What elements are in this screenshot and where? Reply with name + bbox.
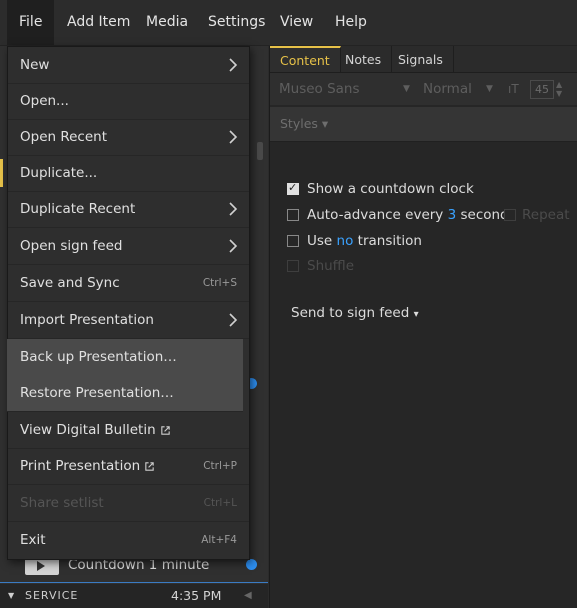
transition-value-link[interactable]: no (337, 233, 354, 249)
auto-advance-checkbox[interactable] (287, 209, 299, 221)
font-weight-select[interactable]: Normal (423, 73, 472, 105)
shuffle-checkbox[interactable] (287, 260, 299, 272)
file-menu-dropdown: New Open... Open Recent Duplicate... Dup… (7, 46, 250, 560)
menu-item-shortcut: Alt+F4 (201, 534, 237, 546)
menu-item-shortcut: Ctrl+P (203, 460, 237, 472)
menu-help[interactable]: Help (323, 0, 379, 45)
caret-down-icon: ▾ (413, 309, 419, 320)
chevron-down-icon: ▼ (486, 84, 493, 94)
transition-label: Use no transition (307, 233, 422, 249)
tab-content[interactable]: Content (270, 46, 341, 72)
caret-down-icon[interactable]: ▼ (8, 584, 14, 608)
menu-file[interactable]: File (7, 0, 55, 45)
shuffle-label: Shuffle (307, 258, 355, 274)
menu-item-open[interactable]: Open... (8, 83, 249, 120)
editor-panel: Content Notes Signals Museo Sans ▼ Norma… (269, 46, 577, 608)
menu-item-label: New (20, 57, 50, 73)
tab-notes[interactable]: Notes (335, 46, 393, 72)
external-link-icon (145, 461, 154, 471)
repeat-checkbox[interactable] (504, 209, 516, 221)
auto-advance-label: Auto-advance every 3 seconds (307, 207, 516, 223)
section-time: 4:35 PM (171, 588, 222, 603)
chevron-down-icon: ▼ (403, 84, 410, 94)
menu-item-label: Duplicate... (20, 165, 98, 181)
menu-item-text: View Digital Bulletin (20, 422, 156, 438)
menu-item-label: View Digital Bulletin (20, 412, 171, 448)
menu-item-label: Share setlist (20, 495, 104, 511)
chevron-right-icon (229, 239, 238, 253)
menu-settings[interactable]: Settings (196, 0, 277, 45)
menu-item-label: Open sign feed (20, 238, 123, 254)
auto-advance-seconds-value[interactable]: 3 (448, 207, 457, 223)
menu-media[interactable]: Media (134, 0, 200, 45)
menu-item-label: Print Presentation (20, 448, 155, 484)
menu-item-new[interactable]: New (8, 47, 249, 84)
menu-item-label: Duplicate Recent (20, 201, 136, 217)
menu-item-label: Restore Presentation… (20, 385, 174, 401)
menu-item-exit[interactable]: Exit Alt+F4 (8, 522, 249, 558)
menu-item-label: Save and Sync (20, 275, 120, 291)
repeat-label: Repeat (522, 207, 570, 223)
selected-item-marker (0, 159, 3, 187)
use-suffix: transition (357, 233, 422, 249)
menu-item-shortcut: Ctrl+L (203, 497, 237, 509)
menu-item-print-presentation[interactable]: Print Presentation Ctrl+P (8, 448, 249, 485)
menu-item-duplicate[interactable]: Duplicate... (8, 155, 249, 192)
styles-label: Styles (280, 116, 318, 131)
chevron-right-icon (229, 130, 238, 144)
menu-item-duplicate-recent[interactable]: Duplicate Recent (8, 191, 249, 228)
section-label: SERVICE (25, 589, 79, 602)
editor-tabs: Content Notes Signals (270, 46, 577, 73)
section-footer: ▼ SERVICE 4:35 PM ◀ (0, 584, 268, 608)
transition-checkbox[interactable] (287, 235, 299, 247)
speaker-icon[interactable]: ◀ (244, 584, 252, 608)
auto-advance-prefix: Auto-advance every (307, 207, 444, 223)
item-status-dot (246, 559, 257, 570)
menu-view[interactable]: View (268, 0, 325, 45)
menu-item-open-recent[interactable]: Open Recent (8, 119, 249, 156)
menu-item-label: Import Presentation (20, 312, 154, 328)
chevron-right-icon (229, 313, 238, 327)
use-prefix: Use (307, 233, 333, 249)
menu-item-save-and-sync[interactable]: Save and Sync Ctrl+S (8, 265, 249, 302)
scrollbar-thumb[interactable] (257, 142, 263, 160)
menu-item-view-digital-bulletin[interactable]: View Digital Bulletin (8, 412, 249, 449)
font-toolbar: Museo Sans ▼ Normal ▼ ıT 45 ▲ ▼ (270, 73, 577, 105)
menu-item-back-up-presentation[interactable]: Back up Presentation… (7, 339, 243, 376)
external-link-icon (160, 425, 170, 435)
menu-item-share-setlist: Share setlist Ctrl+L (8, 485, 249, 522)
menu-item-shortcut: Ctrl+S (202, 277, 237, 289)
menu-item-import-presentation[interactable]: Import Presentation (8, 302, 249, 339)
styles-dropdown[interactable]: Styles ▾ (280, 107, 328, 141)
menu-item-label: Back up Presentation… (20, 349, 177, 365)
menu-item-text: Print Presentation (20, 458, 141, 474)
styles-bar: Styles ▾ (270, 106, 577, 142)
menu-bar: File Add Item Media Settings View Help (0, 0, 577, 46)
send-to-sign-feed-dropdown[interactable]: Send to sign feed ▾ (291, 305, 419, 321)
text-size-icon: ıT (508, 82, 519, 96)
font-size-input[interactable]: 45 (530, 80, 554, 99)
menu-item-label: Open Recent (20, 129, 108, 145)
countdown-checkbox[interactable] (287, 181, 299, 195)
tab-signals[interactable]: Signals (388, 46, 454, 72)
countdown-label: Show a countdown clock (307, 181, 474, 197)
send-to-sign-feed-label: Send to sign feed (291, 305, 410, 321)
menu-item-label: Open... (20, 93, 69, 109)
chevron-right-icon (229, 202, 238, 216)
menu-item-open-sign-feed[interactable]: Open sign feed (8, 228, 249, 265)
menu-add-item[interactable]: Add Item (55, 0, 142, 45)
menu-item-label: Exit (20, 532, 46, 548)
chevron-right-icon (229, 58, 238, 72)
font-family-select[interactable]: Museo Sans (279, 73, 360, 105)
menu-item-restore-presentation[interactable]: Restore Presentation… (7, 375, 243, 412)
